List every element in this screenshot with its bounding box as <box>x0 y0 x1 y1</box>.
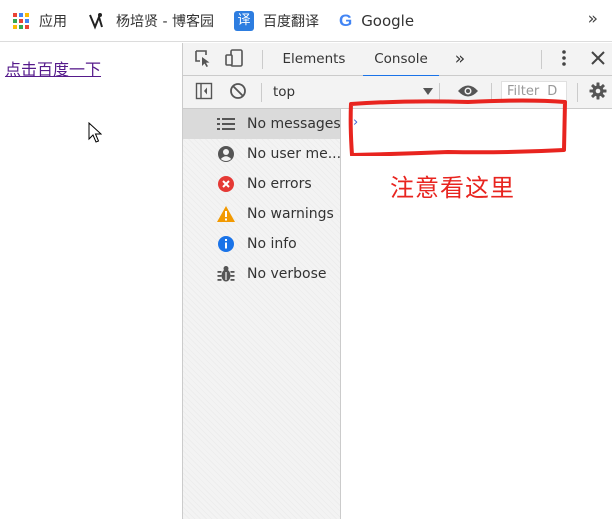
sidebar-item-messages[interactable]: No messages <box>183 109 340 139</box>
toolbar-divider <box>262 50 263 69</box>
bookmark-google[interactable]: G Google <box>327 0 422 42</box>
close-icon <box>591 50 605 69</box>
close-devtools-button[interactable] <box>586 43 610 76</box>
bug-icon <box>215 265 237 283</box>
bookmark-label: Google <box>361 11 415 30</box>
chevron-down-icon[interactable] <box>423 88 433 95</box>
apps-grid-icon <box>12 12 30 30</box>
toolbar-divider <box>541 50 542 69</box>
toggle-sidebar-button[interactable] <box>191 76 217 109</box>
sidebar-item-label: No errors <box>247 176 312 192</box>
bookmarks-bar: 应用 杨培贤 - 博客园 译 百度翻译 G Google » <box>0 0 612 42</box>
inspect-element-button[interactable] <box>189 43 217 76</box>
devtools-tabbar: Elements Console » <box>183 43 612 77</box>
context-selector[interactable]: top <box>273 76 295 108</box>
blog-logo-icon <box>87 11 107 31</box>
sidebar-item-user-messages[interactable]: No user me... <box>183 139 340 169</box>
annotation-highlight-box <box>348 98 567 156</box>
sidebar-item-verbose[interactable]: No verbose <box>183 259 340 289</box>
more-tabs-button[interactable]: » <box>447 43 473 76</box>
baidu-link[interactable]: 点击百度一下 <box>5 56 101 80</box>
translate-icon: 译 <box>233 10 254 31</box>
sidebar-item-label: No messages <box>247 116 340 132</box>
clear-console-button[interactable] <box>225 76 251 109</box>
mouse-cursor-icon <box>88 121 103 148</box>
sidebar-item-label: No info <box>247 236 297 252</box>
block-icon <box>229 82 247 104</box>
sidebar-item-label: No user me... <box>247 146 340 162</box>
kebab-menu-icon <box>561 49 567 71</box>
toolbar-divider <box>261 83 262 102</box>
list-icon <box>215 115 237 133</box>
gear-icon <box>589 82 607 104</box>
sidebar-toggle-icon <box>195 82 213 104</box>
console-sidebar: No messages No user me... No errors No w… <box>183 109 341 519</box>
inspect-cursor-icon <box>194 49 212 71</box>
customize-menu-button[interactable] <box>553 43 575 76</box>
annotation-text: 注意看这里 <box>390 174 515 202</box>
info-icon <box>215 235 237 253</box>
google-g-icon: G <box>338 10 353 30</box>
bookmarks-more-button[interactable]: » <box>588 9 598 29</box>
toolbar-divider <box>577 83 578 102</box>
error-icon <box>215 175 237 193</box>
bookmark-label: 杨培贤 - 博客园 <box>116 13 214 30</box>
bookmark-baidu-translate[interactable]: 译 百度翻译 <box>222 0 327 42</box>
tab-console[interactable]: Console <box>363 43 439 77</box>
bookmark-label: 应用 <box>39 13 67 30</box>
device-toolbar-button[interactable] <box>221 43 249 76</box>
tab-elements[interactable]: Elements <box>275 43 353 76</box>
sidebar-item-info[interactable]: No info <box>183 229 340 259</box>
warning-icon <box>215 205 237 223</box>
sidebar-item-label: No warnings <box>247 206 334 222</box>
bookmark-apps[interactable]: 应用 <box>0 0 75 42</box>
sidebar-item-warnings[interactable]: No warnings <box>183 199 340 229</box>
user-icon <box>215 145 237 163</box>
sidebar-item-errors[interactable]: No errors <box>183 169 340 199</box>
sidebar-item-label: No verbose <box>247 266 327 282</box>
bookmark-label: 百度翻译 <box>262 13 319 30</box>
console-settings-button[interactable] <box>585 76 611 109</box>
bookmark-blog[interactable]: 杨培贤 - 博客园 <box>75 0 222 42</box>
device-mode-icon <box>225 48 245 71</box>
